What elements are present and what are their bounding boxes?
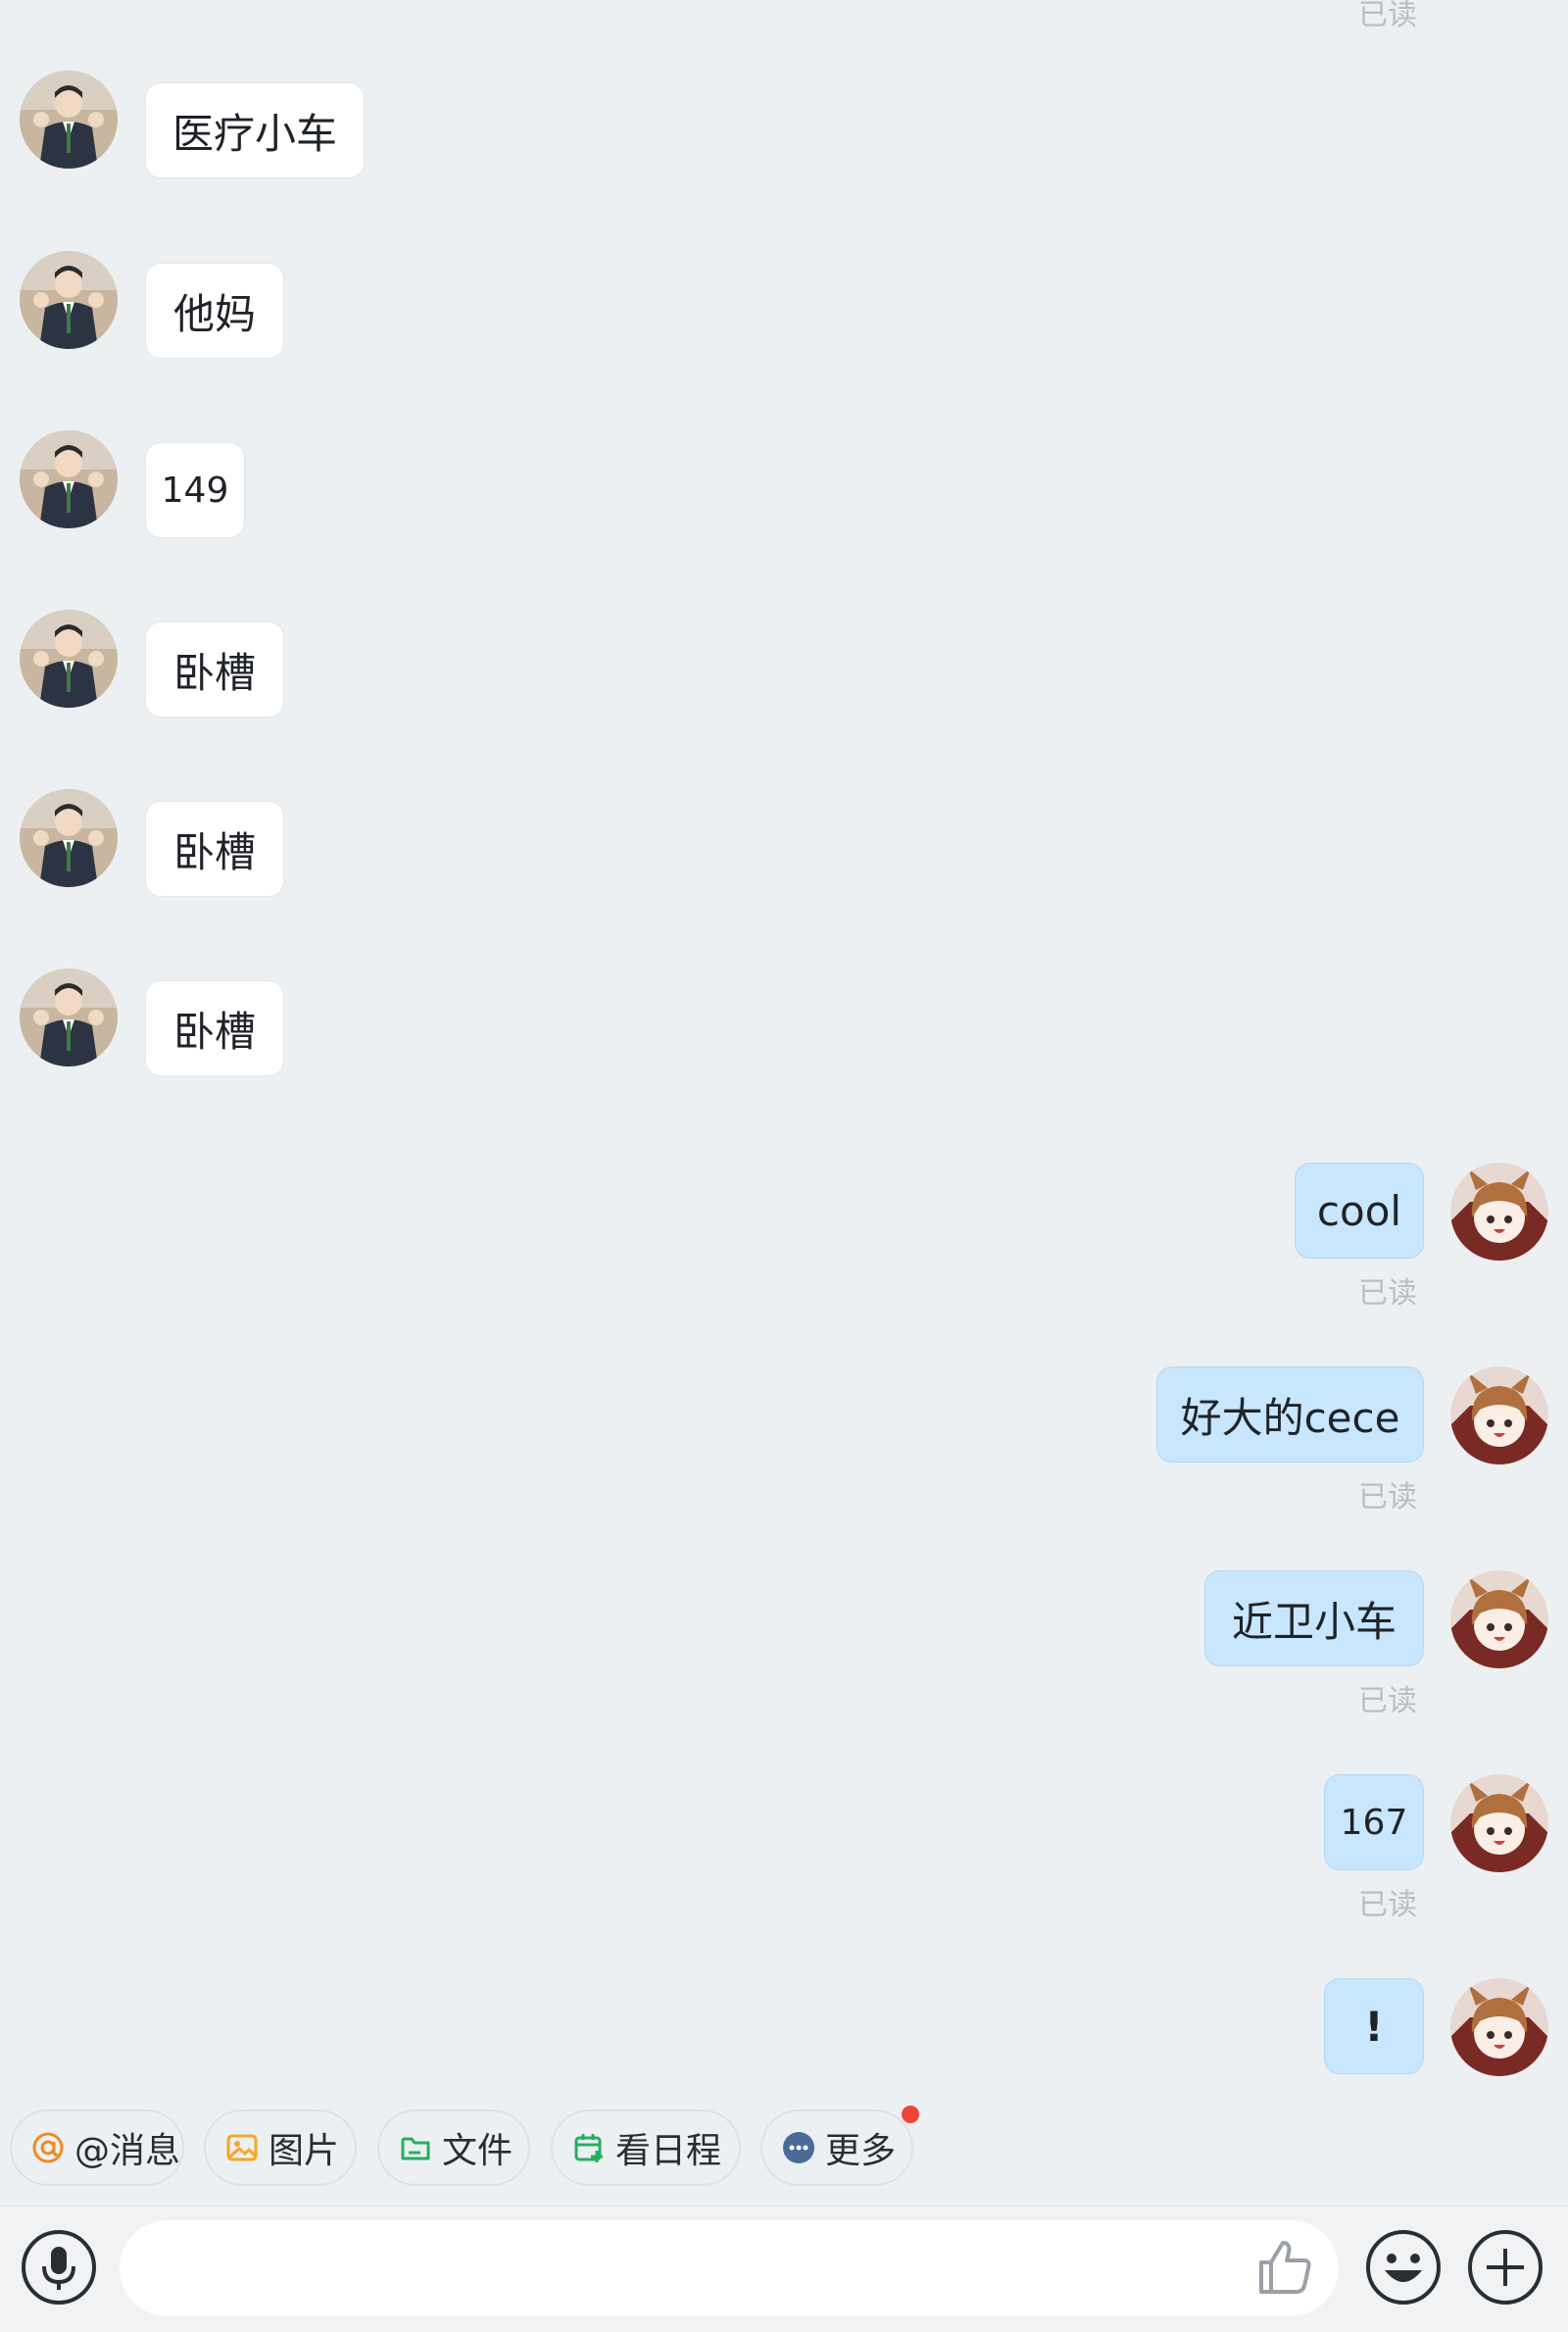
folder-icon [399, 2131, 432, 2164]
message-bubble[interactable]: 卧槽 [145, 980, 284, 1076]
message-bubble[interactable]: ! [1324, 1978, 1424, 2074]
outgoing-message: ! [1176, 1978, 1568, 2076]
like-button[interactable] [1245, 2230, 1323, 2308]
message-bubble[interactable]: 好大的cece [1156, 1366, 1424, 1463]
chip-label: 图片 [269, 2131, 340, 2171]
at-icon [31, 2131, 65, 2164]
incoming-message: 卧槽 [0, 789, 392, 897]
read-status: 已读 [1358, 0, 1417, 32]
message-bubble[interactable]: 卧槽 [145, 621, 284, 718]
incoming-message: 卧槽 [0, 610, 392, 718]
user-avatar[interactable] [1450, 1163, 1548, 1261]
calendar-icon [572, 2131, 606, 2164]
contact-avatar[interactable] [20, 968, 118, 1067]
incoming-message: 卧槽 [0, 968, 392, 1076]
incoming-message: 149 [0, 430, 392, 538]
emoji-button[interactable] [1364, 2230, 1443, 2308]
user-avatar[interactable] [1450, 1774, 1548, 1872]
read-status: 已读 [1358, 1684, 1417, 1718]
file-button[interactable]: 文件 [377, 2109, 530, 2186]
message-bubble[interactable]: cool [1295, 1163, 1424, 1259]
composer-bar [0, 2206, 1568, 2332]
outgoing-message: 近卫小车 已读 [1176, 1570, 1568, 1718]
contact-avatar[interactable] [20, 430, 118, 528]
contact-avatar[interactable] [20, 71, 118, 169]
message-bubble[interactable]: 他妈 [145, 263, 284, 359]
user-avatar[interactable] [1450, 1366, 1548, 1464]
more-icon [782, 2131, 815, 2164]
chip-label: 文件 [442, 2131, 514, 2171]
read-status: 已读 [1358, 1480, 1417, 1514]
message-bubble[interactable]: 卧槽 [145, 801, 284, 897]
image-icon [225, 2131, 259, 2164]
chat-screen: 已读 医疗小车 他妈 149 卧槽 卧槽 卧槽 cool 已读 好大的cece … [0, 0, 1568, 2332]
more-button[interactable]: 更多 [760, 2106, 919, 2186]
contact-avatar[interactable] [20, 610, 118, 708]
message-bubble[interactable]: 近卫小车 [1204, 1570, 1424, 1666]
read-status: 已读 [1358, 1888, 1417, 1922]
message-input[interactable] [120, 2220, 1339, 2316]
thumbs-up-icon [1253, 2237, 1314, 2302]
chip-label: 看日程 [615, 2131, 722, 2171]
user-avatar[interactable] [1450, 1570, 1548, 1668]
read-status: 已读 [1358, 1276, 1417, 1311]
contact-avatar[interactable] [20, 789, 118, 887]
incoming-message: 医疗小车 [0, 71, 392, 178]
mention-button[interactable]: @消息 [10, 2109, 184, 2186]
outgoing-message: 好大的cece 已读 [1156, 1366, 1568, 1514]
chip-label: @消息 [74, 2131, 181, 2171]
outgoing-message: cool 已读 [1176, 1163, 1568, 1311]
plus-icon [1467, 2229, 1544, 2309]
voice-button[interactable] [20, 2230, 98, 2308]
incoming-message: 他妈 [0, 251, 392, 359]
contact-avatar[interactable] [20, 251, 118, 349]
message-bubble[interactable]: 149 [145, 442, 245, 538]
add-button[interactable] [1466, 2230, 1544, 2308]
outgoing-message: 167 已读 [1176, 1774, 1568, 1922]
chip-label: 更多 [825, 2131, 897, 2171]
smile-icon [1365, 2229, 1442, 2309]
message-bubble[interactable]: 167 [1324, 1774, 1424, 1870]
notification-badge [902, 2106, 919, 2123]
image-button[interactable]: 图片 [204, 2109, 357, 2186]
user-avatar[interactable] [1450, 1978, 1548, 2076]
message-bubble[interactable]: 医疗小车 [145, 82, 365, 178]
quick-action-bar: @消息 图片 文件 看日程 更多 [0, 2106, 1568, 2190]
microphone-icon [21, 2229, 97, 2309]
schedule-button[interactable]: 看日程 [551, 2109, 741, 2186]
